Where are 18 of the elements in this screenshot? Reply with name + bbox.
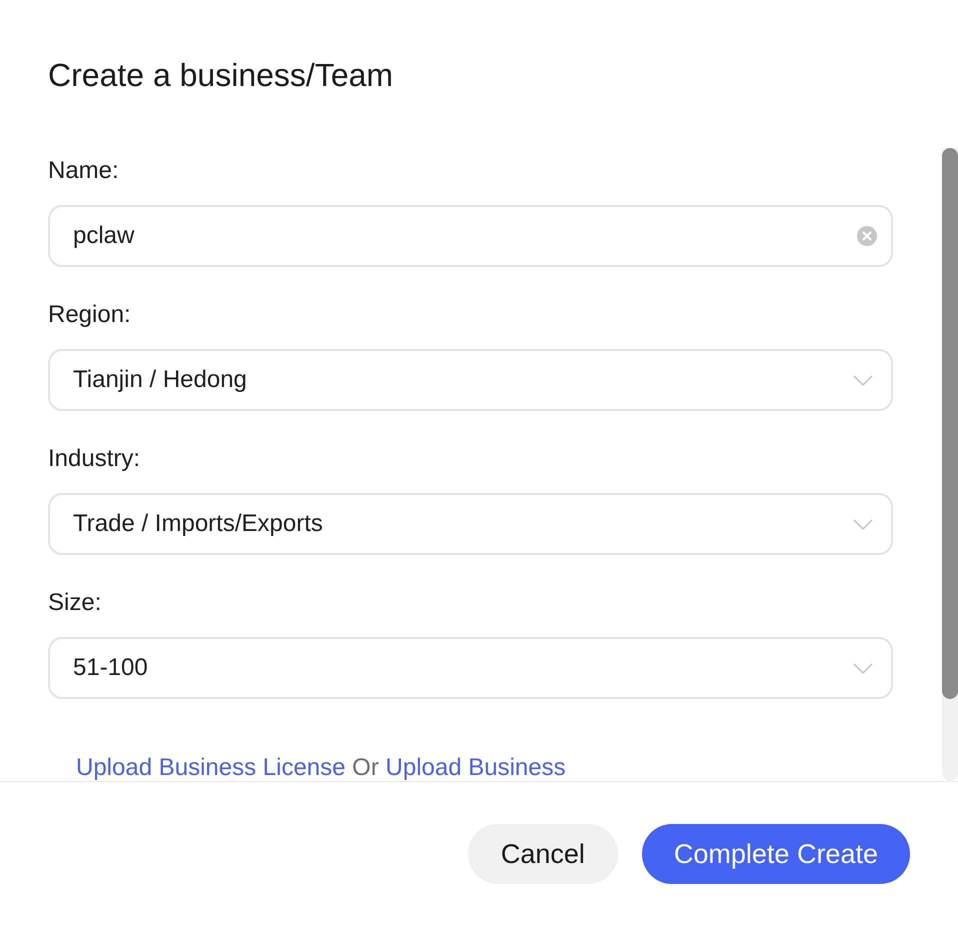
upload-text: Upload Business License Or Upload Business — [76, 755, 566, 781]
dropdown-field[interactable]: Tianjin / Hedong — [48, 349, 893, 411]
dropdown-field[interactable]: 51-100 — [48, 637, 893, 699]
field-label: Size: — [48, 588, 102, 618]
cancel-button[interactable]: Cancel — [468, 824, 618, 884]
field-label: Industry: — [48, 444, 140, 474]
field-label: Name: — [48, 156, 119, 186]
chevron-down-icon — [853, 662, 873, 674]
upload-link[interactable]: Upload Business — [386, 754, 566, 781]
field-label: Region: — [48, 300, 131, 330]
chevron-down-icon — [853, 374, 873, 386]
dropdown-field[interactable]: Trade / Imports/Exports — [48, 493, 893, 555]
clear-icon[interactable] — [857, 226, 877, 246]
upload-link[interactable]: Upload Business License — [76, 754, 346, 781]
dialog-title: Create a business/Team — [48, 56, 394, 94]
chevron-down-icon — [853, 518, 873, 530]
submit-button[interactable]: Complete Create — [642, 824, 910, 884]
text-field[interactable]: pclaw — [48, 205, 893, 267]
